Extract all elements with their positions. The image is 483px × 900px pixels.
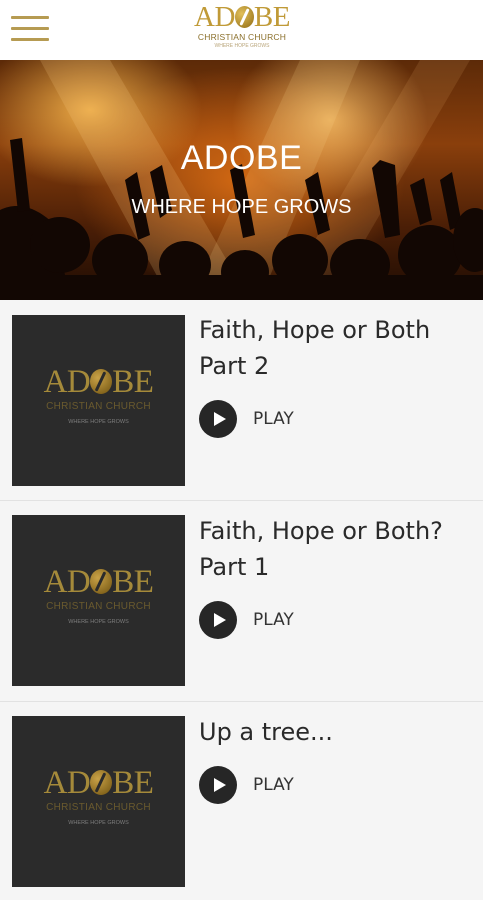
episode-thumbnail[interactable]: AD BE CHRISTIAN CHURCH WHERE HOPE GROWS (12, 716, 185, 887)
thumbnail-text-right: BE (112, 564, 154, 600)
logo-tagline: WHERE HOPE GROWS (214, 43, 270, 49)
thumbnail-wordmark: AD BE (12, 365, 185, 399)
play-icon (199, 400, 237, 438)
crowd-silhouette (0, 60, 483, 300)
thumbnail-text-left: AD (43, 765, 91, 801)
thumbnail-subtitle: CHRISTIAN CHURCH (46, 601, 151, 612)
episode-title[interactable]: Faith, Hope or Both? Part 1 (199, 513, 469, 585)
play-button[interactable]: PLAY (199, 400, 339, 438)
play-icon (199, 601, 237, 639)
menu-line (11, 16, 49, 19)
play-icon (199, 766, 237, 804)
top-bar: AD BE CHRISTIAN CHURCH WHERE HOPE GROWS (0, 0, 483, 60)
hero-title: ADOBE (180, 139, 303, 177)
thumbnail-text-right: BE (112, 765, 154, 801)
thumbnail-tagline: WHERE HOPE GROWS (68, 820, 129, 826)
thumbnail-text-left: AD (43, 364, 91, 400)
hero-banner: ADOBE WHERE HOPE GROWS (0, 60, 483, 300)
thumbnail-wordmark: AD BE (12, 766, 185, 800)
episode-thumbnail[interactable]: AD BE CHRISTIAN CHURCH WHERE HOPE GROWS (12, 515, 185, 686)
thumbnail-tagline: WHERE HOPE GROWS (68, 419, 129, 425)
play-button[interactable]: PLAY (199, 766, 339, 804)
leaf-o-icon (90, 369, 113, 394)
leaf-o-icon (90, 770, 113, 795)
episode-title[interactable]: Faith, Hope or Both Part 2 (199, 312, 469, 384)
episode-title[interactable]: Up a tree... (199, 714, 469, 750)
list-item[interactable]: AD BE CHRISTIAN CHURCH WHERE HOPE GROWS U… (0, 702, 483, 900)
leaf-o-icon (234, 6, 254, 28)
thumbnail-subtitle: CHRISTIAN CHURCH (46, 401, 151, 412)
church-logo[interactable]: AD BE CHRISTIAN CHURCH WHERE HOPE GROWS (182, 2, 302, 57)
menu-line (11, 38, 49, 41)
play-label: PLAY (253, 610, 294, 630)
thumbnail-text-left: AD (43, 564, 91, 600)
list-item[interactable]: AD BE CHRISTIAN CHURCH WHERE HOPE GROWS F… (0, 300, 483, 501)
menu-line (11, 27, 49, 30)
play-button[interactable]: PLAY (199, 601, 339, 639)
play-label: PLAY (253, 775, 294, 795)
play-label: PLAY (253, 409, 294, 429)
logo-text-right: BE (253, 1, 291, 33)
thumbnail-tagline: WHERE HOPE GROWS (68, 619, 129, 625)
thumbnail-subtitle: CHRISTIAN CHURCH (46, 802, 151, 813)
thumbnail-text-right: BE (112, 364, 154, 400)
list-item[interactable]: AD BE CHRISTIAN CHURCH WHERE HOPE GROWS F… (0, 501, 483, 702)
leaf-o-icon (90, 569, 113, 594)
episode-thumbnail[interactable]: AD BE CHRISTIAN CHURCH WHERE HOPE GROWS (12, 315, 185, 486)
logo-wordmark: AD BE (182, 2, 302, 32)
thumbnail-wordmark: AD BE (12, 565, 185, 599)
logo-subtitle: CHRISTIAN CHURCH (197, 32, 287, 42)
hero-subtitle: WHERE HOPE GROWS (131, 196, 352, 218)
logo-text-left: AD (194, 1, 235, 33)
hamburger-menu-icon[interactable] (11, 16, 49, 42)
